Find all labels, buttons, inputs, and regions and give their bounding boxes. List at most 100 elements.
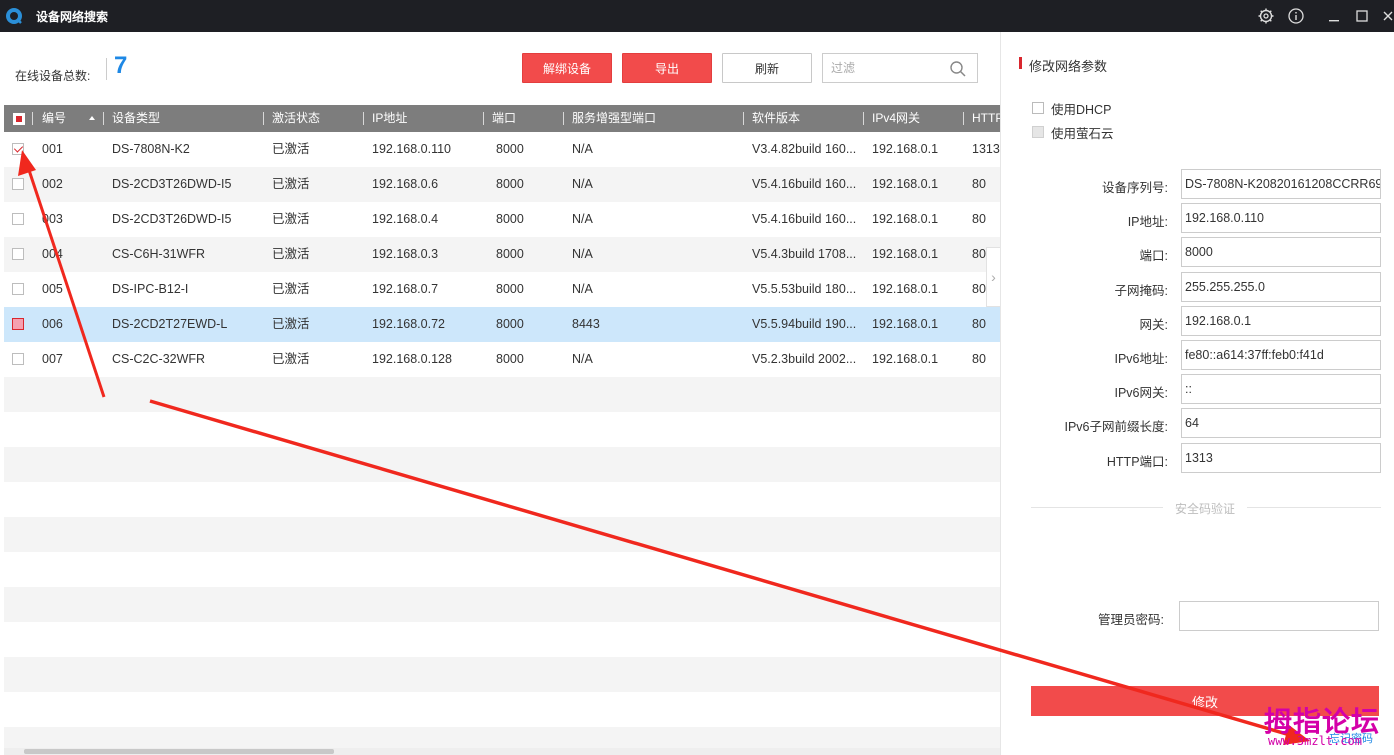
column-divider (743, 112, 744, 125)
column-header-status[interactable]: 激活状态 (272, 105, 360, 132)
column-header-version[interactable]: 软件版本 (752, 105, 860, 132)
horizontal-scrollbar[interactable] (4, 748, 1000, 755)
field-input[interactable] (1181, 340, 1381, 370)
cell-port: 8000 (496, 352, 524, 366)
export-button[interactable]: 导出 (622, 53, 712, 83)
cell-port: 8000 (496, 282, 524, 296)
field-input[interactable] (1181, 305, 1381, 336)
field-label: IP地址: (1127, 215, 1168, 230)
cell-ip: 192.168.0.110 (372, 142, 452, 156)
use-ezviz-option: 使用萤石云 (1032, 125, 1114, 141)
empty-row (4, 517, 1000, 552)
field-label: 设备序列号: (1102, 181, 1168, 195)
field-input[interactable] (1181, 271, 1381, 302)
cell-enhanced-port: N/A (572, 212, 593, 226)
cell-status: 已激活 (272, 142, 310, 156)
cell-version: V5.4.3build 1708... (752, 247, 857, 261)
row-checkbox[interactable] (12, 213, 24, 225)
table-row[interactable]: 007 CS-C2C-32WFR 已激活 192.168.0.128 8000 N/A V5… (4, 342, 1000, 377)
scrollbar-thumb[interactable] (24, 749, 334, 754)
cell-port: 8000 (496, 317, 524, 331)
cell-status: 已激活 (272, 212, 310, 226)
column-header-http[interactable]: HTTP (972, 105, 1000, 132)
cell-id: 004 (42, 247, 63, 261)
column-header-port[interactable]: 端口 (492, 105, 562, 132)
refresh-button[interactable]: 刷新 (722, 53, 812, 83)
search-icon[interactable] (949, 60, 967, 78)
field-label: 端口: (1139, 249, 1168, 264)
maximize-icon[interactable] (1352, 6, 1372, 26)
table-row[interactable]: 006 DS-2CD2T27EWD-L 已激活 192.168.0.72 8000 844… (4, 307, 1000, 342)
cell-http: 80 (972, 177, 986, 191)
cell-version: V5.5.53build 180... (752, 282, 857, 296)
cell-gateway: 192.168.0.1 (872, 212, 939, 226)
cell-type: DS-IPC-B12-I (112, 282, 189, 296)
column-divider (483, 112, 484, 125)
field-label: HTTP端口: (1106, 454, 1168, 469)
cell-enhanced-port: N/A (572, 247, 593, 261)
field-input[interactable] (1181, 203, 1381, 234)
column-header-enhanced-port[interactable]: 服务增强型端口 (572, 105, 742, 132)
cell-id: 002 (42, 177, 63, 191)
column-header-id[interactable]: 编号 (42, 105, 92, 132)
field-label: IPv6地址: (1114, 352, 1169, 366)
field-input[interactable] (1181, 374, 1381, 405)
field-input[interactable] (1181, 442, 1381, 473)
empty-row (4, 447, 1000, 482)
cell-gateway: 192.168.0.1 (872, 317, 939, 331)
cell-http: 80 (972, 212, 986, 226)
online-count: 7 (114, 52, 128, 79)
cell-ip: 192.168.0.7 (372, 282, 439, 296)
cell-status: 已激活 (272, 317, 310, 331)
sort-ascending-icon[interactable] (89, 116, 95, 120)
admin-password-label: 管理员密码: (1098, 613, 1164, 627)
table-row[interactable]: 001 DS-7808N-K2 已激活 192.168.0.110 8000 N/A V3.… (4, 132, 1000, 167)
select-all-checkbox[interactable] (13, 113, 25, 125)
column-header-ip[interactable]: IP地址 (372, 105, 482, 132)
field-label: IPv6子网前缀长度: (1064, 420, 1169, 435)
minimize-icon[interactable] (1324, 6, 1344, 26)
cell-type: CS-C6H-31WFR (112, 247, 206, 261)
online-count-label: 在线设备总数: (15, 69, 91, 83)
column-header-type[interactable]: 设备类型 (112, 105, 262, 132)
cell-ip: 192.168.0.3 (372, 247, 439, 261)
table-body: 001 DS-7808N-K2 已激活 192.168.0.110 8000 N/A V3.… (4, 132, 1000, 750)
row-checkbox[interactable] (12, 318, 24, 330)
cell-type: DS-7808N-K2 (112, 142, 190, 156)
cell-http: 80 (972, 317, 986, 331)
row-checkbox[interactable] (12, 248, 24, 260)
section-accent (1019, 57, 1022, 69)
close-icon[interactable] (1378, 6, 1394, 26)
cell-http: 80 (972, 352, 986, 366)
collapse-panel-button[interactable]: › (986, 247, 1000, 307)
field-input[interactable] (1181, 408, 1381, 439)
field-label: IPv6网关: (1114, 386, 1169, 401)
cell-status: 已激活 (272, 352, 310, 366)
admin-password-input[interactable] (1179, 601, 1379, 631)
field-input[interactable] (1181, 169, 1381, 199)
row-checkbox[interactable] (12, 353, 24, 365)
gear-icon[interactable] (1256, 6, 1276, 26)
row-checkbox[interactable] (12, 283, 24, 295)
filter-input[interactable] (823, 54, 943, 82)
cell-id: 007 (42, 352, 63, 366)
table-row[interactable]: 002 DS-2CD3T26DWD-I5 已激活 192.168.0.6 8000 N/A… (4, 167, 1000, 202)
cell-version: V3.4.82build 160... (752, 142, 857, 156)
table-row[interactable]: 003 DS-2CD3T26DWD-I5 已激活 192.168.0.4 8000 N/A… (4, 202, 1000, 237)
row-checkbox[interactable] (12, 178, 24, 190)
info-icon[interactable] (1286, 6, 1306, 26)
row-checkbox[interactable] (12, 143, 24, 155)
field-input[interactable] (1181, 237, 1381, 268)
use-dhcp-option[interactable]: 使用DHCP (1032, 101, 1111, 117)
cell-enhanced-port: 8443 (572, 317, 600, 331)
empty-row (4, 657, 1000, 692)
table-row[interactable]: 005 DS-IPC-B12-I 已激活 192.168.0.7 8000 N/A V5.5… (4, 272, 1000, 307)
network-params-panel: 修改网络参数 使用DHCP 使用萤石云 设备序列号: IP地址: 端口: 子网掩码: 网… (1000, 32, 1394, 755)
cell-version: V5.2.3build 2002... (752, 352, 857, 366)
cell-status: 已激活 (272, 177, 310, 191)
column-header-gateway[interactable]: IPv4网关 (872, 105, 960, 132)
unbind-device-button[interactable]: 解绑设备 (522, 53, 612, 83)
table-row[interactable]: 004 CS-C6H-31WFR 已激活 192.168.0.3 8000 N/A V5.4… (4, 237, 1000, 272)
use-dhcp-checkbox[interactable] (1032, 102, 1044, 114)
cell-gateway: 192.168.0.1 (872, 282, 939, 296)
